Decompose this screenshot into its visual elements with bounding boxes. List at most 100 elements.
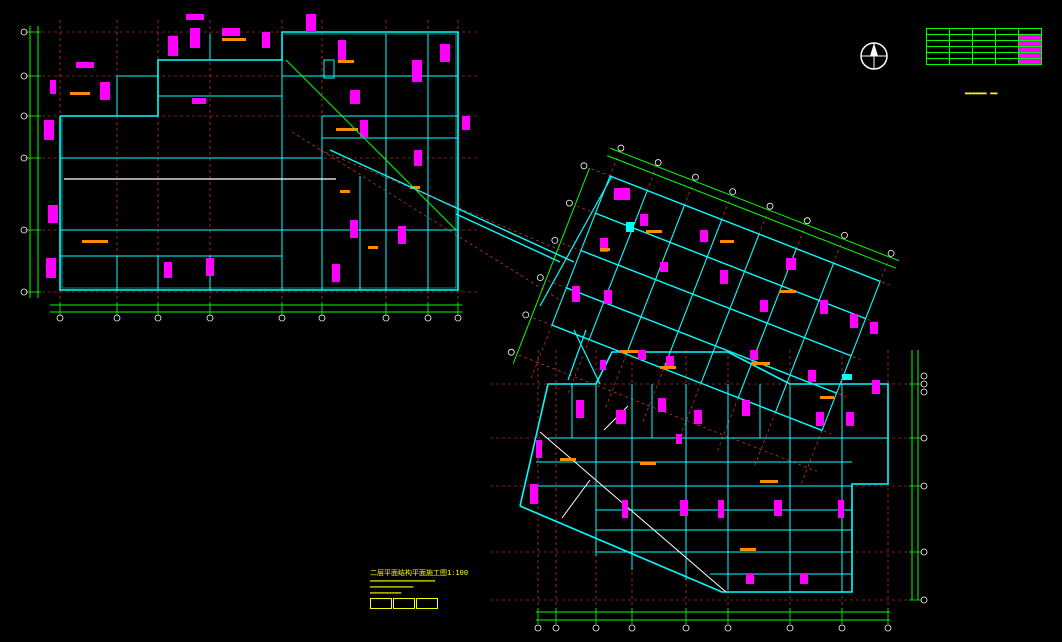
member-tag — [808, 370, 816, 382]
member-tag — [720, 270, 728, 284]
axis-bubble — [454, 314, 462, 322]
stair-block — [323, 59, 335, 79]
member-tag — [48, 205, 58, 223]
notes-title: 二层平面结构平面施工图1:100 — [370, 569, 469, 577]
member-text — [82, 240, 108, 243]
member-text — [600, 248, 610, 251]
wall — [821, 281, 881, 431]
axis-bubble — [592, 624, 600, 632]
member-tag — [718, 500, 724, 518]
wall — [580, 249, 852, 357]
axis-bubble — [729, 188, 737, 196]
member-tag — [572, 286, 580, 302]
member-text — [70, 92, 90, 95]
member-tag — [820, 300, 828, 314]
member-tag — [872, 380, 880, 394]
wall — [737, 248, 797, 398]
member-text — [752, 362, 770, 365]
member-text — [338, 60, 354, 63]
member-tag — [412, 60, 422, 82]
member-tag — [462, 116, 470, 130]
bridge-edge — [285, 59, 457, 231]
wall — [61, 33, 457, 289]
member-tag — [350, 220, 358, 238]
member-text — [640, 462, 656, 465]
member-tag — [536, 440, 542, 458]
note-line: ▬▬▬▬▬▬▬▬▬▬▬▬▬▬▬▬▬▬ — [370, 584, 414, 589]
member-tag — [306, 14, 316, 32]
stamp — [370, 598, 392, 609]
wall — [774, 262, 835, 413]
member-tag — [658, 398, 666, 412]
stamp — [416, 598, 438, 609]
member-tag — [700, 230, 708, 242]
axis-bubble — [920, 380, 928, 388]
note-line: ▬▬▬▬▬▬▬▬▬▬▬▬▬▬▬▬▬▬▬▬▬▬▬▬▬▬▬ — [370, 578, 436, 583]
axis-bubble — [552, 624, 560, 632]
member-text — [646, 230, 662, 233]
axis-bubble — [617, 144, 625, 152]
member-text — [222, 38, 246, 41]
axis-bubble — [522, 311, 530, 319]
axis-bubble — [884, 624, 892, 632]
bridge-wall — [455, 213, 561, 263]
axis-bubble — [654, 159, 662, 166]
member-tag — [846, 412, 854, 426]
axis-bubble — [551, 236, 559, 244]
member-tag — [190, 28, 200, 48]
member-tag — [50, 80, 56, 94]
member-text — [620, 350, 638, 353]
member-tag — [262, 32, 270, 48]
wall — [609, 175, 881, 282]
member-tag — [100, 82, 110, 100]
stair-block — [626, 222, 634, 232]
member-tag — [774, 500, 782, 516]
member-tag — [440, 44, 450, 62]
wall — [588, 190, 648, 340]
axis-bubble — [920, 596, 928, 604]
axis-bubble — [724, 624, 732, 632]
north-arrow-icon — [858, 40, 890, 72]
member-tag — [576, 400, 584, 418]
member-text — [780, 290, 796, 293]
member-tag — [622, 500, 628, 518]
member-tag — [614, 188, 630, 200]
axis-bubble — [56, 314, 64, 322]
axis-bubble — [278, 314, 286, 322]
stamp — [393, 598, 415, 609]
member-tag — [414, 150, 422, 166]
member-tag — [206, 258, 214, 276]
axis-bubble — [536, 274, 544, 282]
wall — [625, 204, 686, 355]
member-tag — [750, 350, 758, 360]
section-line — [539, 431, 727, 593]
axis-bubble — [154, 314, 162, 322]
axis-bubble — [920, 372, 928, 380]
member-tag — [530, 484, 538, 504]
member-tag — [398, 226, 406, 244]
member-tag — [638, 350, 646, 360]
bridge-wall — [329, 149, 575, 263]
member-tag — [870, 322, 878, 334]
axis-bubble — [920, 548, 928, 556]
member-tag — [680, 500, 688, 516]
axis-bubble — [920, 388, 928, 396]
member-tag — [604, 290, 612, 304]
axis-bubble — [803, 217, 811, 225]
axis-bubble — [786, 624, 794, 632]
member-tag — [600, 360, 606, 370]
member-text — [720, 240, 734, 243]
member-tag — [332, 264, 340, 282]
member-tag — [786, 258, 796, 270]
member-tag — [44, 120, 54, 140]
note-line: ▬▬▬▬▬▬▬▬▬▬▬▬▬ — [370, 590, 402, 595]
member-tag — [222, 28, 240, 36]
axis-bubble — [920, 482, 928, 490]
member-tag — [350, 90, 360, 104]
axis-bubble — [580, 162, 588, 170]
wall — [663, 219, 723, 369]
axis-bubble — [424, 314, 432, 322]
axis-bubble — [565, 199, 573, 207]
member-text — [368, 246, 378, 249]
member-tag — [164, 262, 172, 278]
